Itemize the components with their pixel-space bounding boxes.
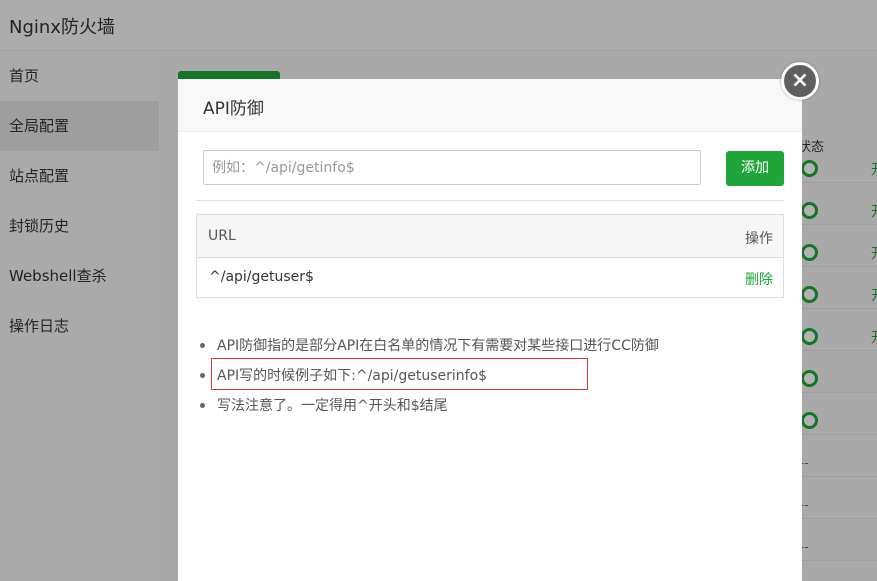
highlight-annotation-box: [211, 358, 588, 390]
action-column-header: 操作: [745, 231, 773, 247]
note-text: 写法注意了。一定得用^开头和$结尾: [217, 398, 448, 414]
bullet-icon: [200, 403, 205, 408]
api-url-table: URL 操作 ^/api/getuser$ 删除: [196, 214, 784, 298]
api-url-input[interactable]: [203, 150, 701, 185]
table-row-url: ^/api/getuser$: [209, 269, 314, 285]
add-button[interactable]: 添加: [726, 151, 784, 186]
table-header: URL 操作: [197, 215, 783, 258]
close-button[interactable]: ×: [781, 62, 819, 100]
close-icon[interactable]: ×: [784, 65, 816, 97]
dialog-title: API防御: [203, 99, 264, 119]
dialog-header: API防御: [178, 79, 802, 132]
divider: [196, 200, 784, 201]
bullet-icon: [200, 373, 205, 378]
bullet-icon: [200, 343, 205, 348]
url-column-header: URL: [208, 228, 236, 244]
delete-link[interactable]: 删除: [745, 269, 773, 289]
list-item: 写法注意了。一定得用^开头和$结尾: [200, 396, 760, 426]
note-text: API防御指的是部分API在白名单的情况下有需要对某些接口进行CC防御: [217, 338, 659, 354]
